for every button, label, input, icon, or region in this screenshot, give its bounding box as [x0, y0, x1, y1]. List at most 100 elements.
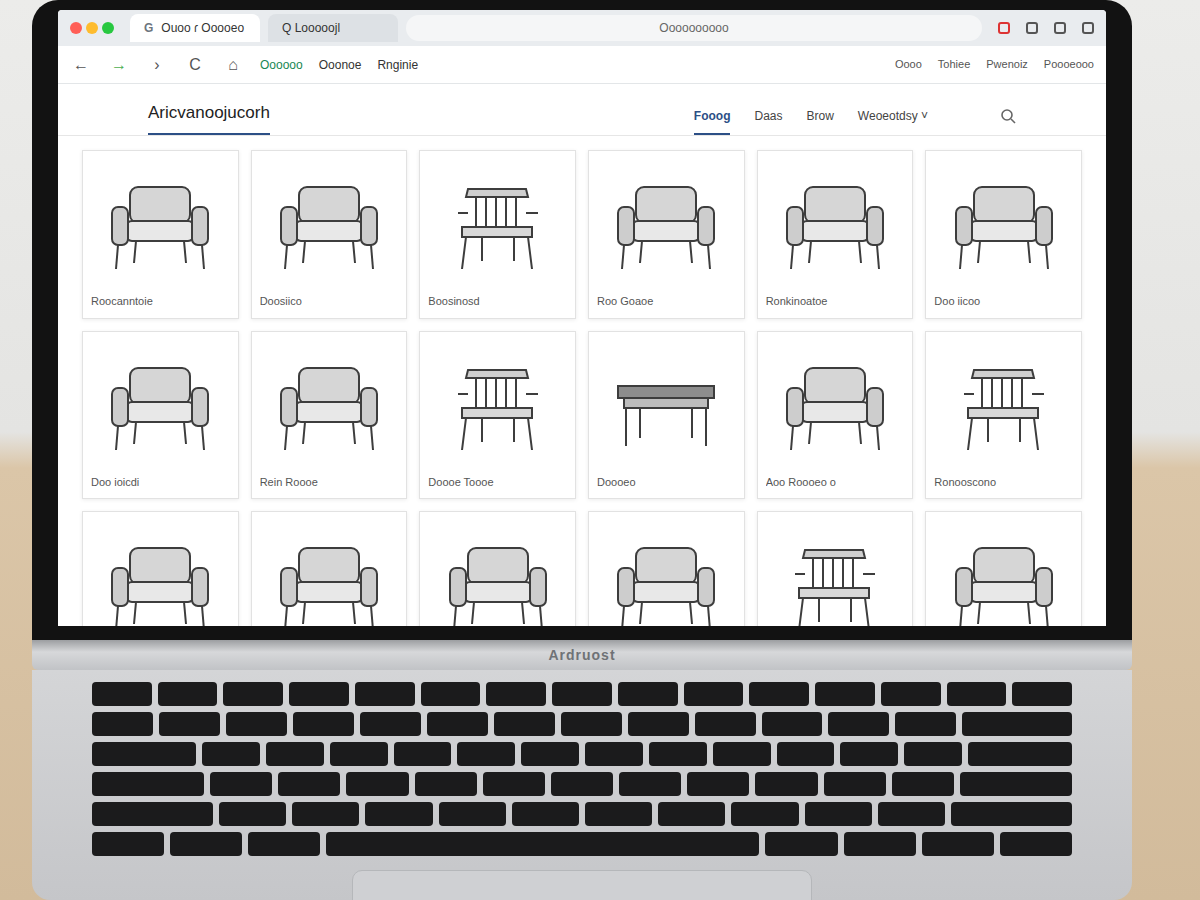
bookmark-link[interactable]: Oooooo [260, 56, 303, 74]
maximize-button[interactable] [102, 22, 114, 34]
key[interactable] [278, 772, 340, 796]
key[interactable] [202, 742, 260, 766]
key[interactable] [844, 832, 916, 856]
key[interactable] [483, 772, 545, 796]
key[interactable] [292, 802, 359, 826]
minimize-button[interactable] [86, 22, 98, 34]
key[interactable] [226, 712, 287, 736]
product-card[interactable]: Doosiico [251, 150, 408, 319]
product-card[interactable] [757, 511, 914, 626]
key[interactable] [824, 772, 886, 796]
key[interactable] [92, 742, 196, 766]
key[interactable] [649, 742, 707, 766]
back-button[interactable]: ← [70, 53, 92, 77]
toolbar-link[interactable]: Tohiee [938, 56, 970, 73]
key[interactable] [765, 832, 837, 856]
product-card[interactable] [925, 511, 1082, 626]
forward-button[interactable]: → [108, 53, 130, 77]
key[interactable] [828, 712, 889, 736]
menu-item[interactable]: Weoeotdsy ˅ [858, 107, 928, 135]
toolbar-icon[interactable] [1082, 22, 1094, 34]
key[interactable] [904, 742, 962, 766]
key[interactable] [951, 802, 1072, 826]
product-card[interactable] [419, 511, 576, 626]
next-button[interactable]: › [146, 53, 168, 77]
key[interactable] [326, 832, 759, 856]
product-card[interactable]: Aoo Roooeo o [757, 331, 914, 500]
key[interactable] [248, 832, 320, 856]
toolbar-icon[interactable] [1054, 22, 1066, 34]
key[interactable] [658, 802, 725, 826]
key[interactable] [552, 682, 612, 706]
product-card[interactable]: Roocanntoie [82, 150, 239, 319]
key[interactable] [210, 772, 272, 796]
toolbar-icon[interactable] [1026, 22, 1038, 34]
key[interactable] [962, 712, 1072, 736]
key[interactable] [1000, 832, 1072, 856]
toolbar-icon[interactable] [998, 22, 1010, 34]
key[interactable] [512, 802, 579, 826]
key[interactable] [695, 712, 756, 736]
address-bar[interactable]: Oooooooooo [406, 15, 982, 41]
toolbar-link[interactable]: Pwenoiz [986, 56, 1028, 73]
key[interactable] [840, 742, 898, 766]
product-card[interactable]: Doo iicoo [925, 150, 1082, 319]
key[interactable] [92, 682, 152, 706]
site-logo[interactable]: Aricvanoojucorh [148, 100, 270, 136]
key[interactable] [219, 802, 286, 826]
key[interactable] [815, 682, 875, 706]
key[interactable] [777, 742, 835, 766]
key[interactable] [947, 682, 1007, 706]
product-card[interactable]: Ronkinoatoe [757, 150, 914, 319]
browser-tab[interactable]: Q Looooojl [268, 14, 398, 42]
key[interactable] [968, 742, 1072, 766]
key[interactable] [457, 742, 515, 766]
key[interactable] [158, 682, 218, 706]
key[interactable] [585, 742, 643, 766]
key[interactable] [960, 772, 1072, 796]
product-card[interactable]: Roo Goaoe [588, 150, 745, 319]
key[interactable] [749, 682, 809, 706]
key[interactable] [494, 712, 555, 736]
close-button[interactable] [70, 22, 82, 34]
toolbar-link[interactable]: Poooeooo [1044, 56, 1094, 73]
key[interactable] [439, 802, 506, 826]
key[interactable] [922, 832, 994, 856]
key[interactable] [223, 682, 283, 706]
key[interactable] [330, 742, 388, 766]
key[interactable] [731, 802, 798, 826]
product-card[interactable]: Ronooscono [925, 331, 1082, 500]
search-icon[interactable] [1000, 103, 1016, 135]
bookmark-link[interactable]: Ooonoe [319, 56, 362, 74]
reload-button[interactable]: C [184, 53, 206, 77]
product-card[interactable]: Doooeo [588, 331, 745, 500]
bookmark-link[interactable]: Rnginie [377, 56, 418, 74]
browser-tab[interactable]: GOuoo ɾ Ooooeo [130, 14, 260, 42]
key[interactable] [713, 742, 771, 766]
key[interactable] [92, 802, 213, 826]
key[interactable] [266, 742, 324, 766]
key[interactable] [1012, 682, 1072, 706]
key[interactable] [360, 712, 421, 736]
key[interactable] [159, 712, 220, 736]
key[interactable] [585, 802, 652, 826]
key[interactable] [365, 802, 432, 826]
product-card[interactable] [82, 511, 239, 626]
key[interactable] [878, 802, 945, 826]
toolbar-link[interactable]: Oooo [895, 56, 922, 73]
key[interactable] [427, 712, 488, 736]
key[interactable] [618, 682, 678, 706]
key[interactable] [762, 712, 823, 736]
key[interactable] [355, 682, 415, 706]
key[interactable] [895, 712, 956, 736]
product-card[interactable]: Doo ioicdi [82, 331, 239, 500]
key[interactable] [421, 682, 481, 706]
key[interactable] [346, 772, 408, 796]
key[interactable] [687, 772, 749, 796]
key[interactable] [289, 682, 349, 706]
trackpad[interactable] [352, 870, 812, 900]
key[interactable] [521, 742, 579, 766]
key[interactable] [628, 712, 689, 736]
menu-item[interactable]: Brow [807, 107, 834, 135]
key[interactable] [170, 832, 242, 856]
